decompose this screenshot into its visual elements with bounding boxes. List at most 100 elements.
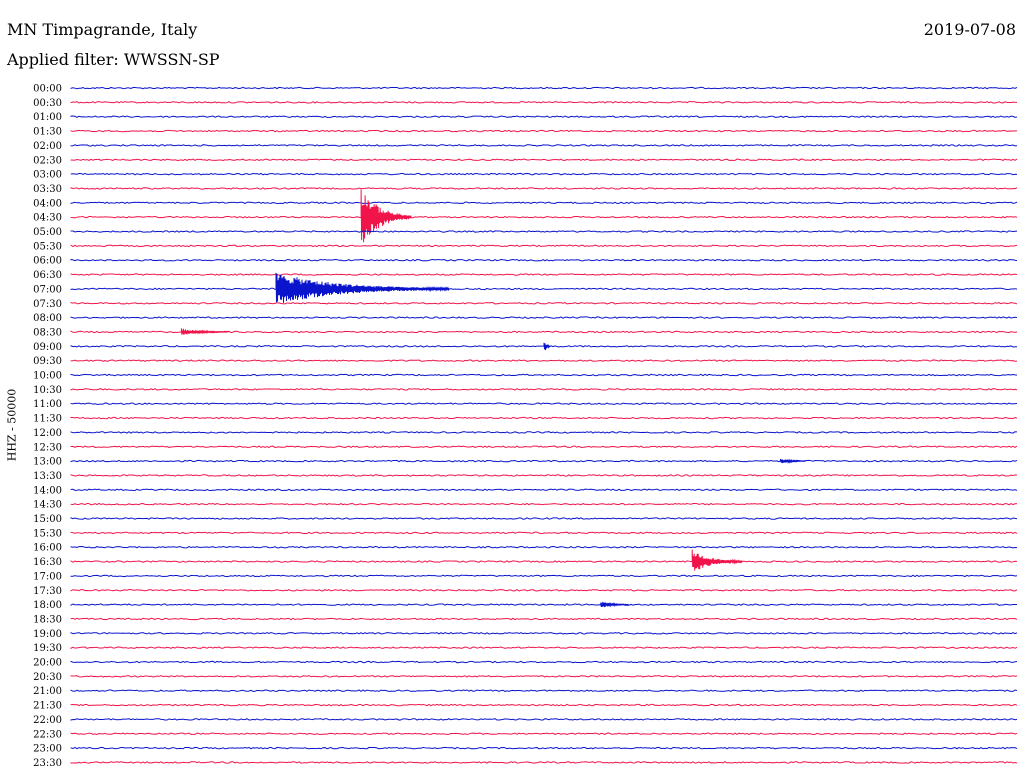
row-time-label: 22:00	[33, 715, 62, 726]
trace-line	[70, 86, 1018, 90]
trace-line	[70, 301, 1018, 305]
row-time-label: 21:30	[33, 701, 62, 712]
trace-line	[70, 187, 1018, 190]
row-time-label: 03:00	[33, 170, 62, 181]
trace-line	[70, 761, 1018, 764]
trace-line	[70, 144, 1018, 147]
row-time-label: 08:00	[33, 313, 62, 324]
trace-line	[70, 287, 1018, 291]
trace-line	[70, 746, 1018, 750]
row-time-label: 18:30	[33, 614, 62, 625]
trace-line	[70, 689, 1018, 692]
trace-line	[70, 445, 1018, 449]
trace-line	[70, 172, 1018, 176]
trace-line	[70, 115, 1018, 118]
trace-line	[70, 316, 1018, 319]
row-time-label: 20:30	[33, 672, 62, 683]
trace-line	[70, 545, 1018, 549]
row-time-label: 07:00	[33, 284, 62, 295]
row-time-label: 14:30	[33, 500, 62, 511]
row-time-label: 01:00	[33, 112, 62, 123]
trace-line	[70, 101, 1018, 104]
row-time-label: 22:30	[33, 729, 62, 740]
row-time-label: 21:00	[33, 686, 62, 697]
row-time-label: 19:00	[33, 629, 62, 640]
row-time-label: 11:30	[33, 414, 62, 425]
row-time-label: 09:00	[33, 342, 62, 353]
row-time-label: 02:30	[33, 155, 62, 166]
row-time-label: 16:30	[33, 557, 62, 568]
event-waveform	[180, 328, 229, 335]
event-waveform	[543, 342, 551, 351]
row-time-label: 20:00	[33, 658, 62, 669]
row-time-label: 11:00	[33, 399, 62, 410]
event-waveform	[360, 189, 412, 243]
row-time-label: 14:00	[33, 485, 62, 496]
row-time-label: 10:30	[33, 385, 62, 396]
trace-line	[70, 230, 1018, 233]
trace-line	[70, 703, 1018, 707]
event-waveform	[780, 458, 806, 464]
row-time-label: 16:00	[33, 543, 62, 554]
row-time-label: 06:00	[33, 256, 62, 267]
trace-line	[70, 459, 1018, 463]
trace-line	[70, 646, 1018, 650]
trace-line	[70, 502, 1018, 506]
row-time-label: 17:30	[33, 586, 62, 597]
row-time-label: 15:00	[33, 514, 62, 525]
row-time-label: 12:30	[33, 442, 62, 453]
row-time-label: 23:00	[33, 744, 62, 755]
trace-line	[70, 201, 1018, 205]
trace-line	[70, 244, 1018, 248]
trace-line	[70, 574, 1018, 578]
trace-line	[70, 632, 1018, 635]
trace-line	[70, 416, 1018, 420]
event-waveform	[600, 601, 630, 608]
trace-line	[70, 675, 1018, 678]
trace-line	[70, 474, 1018, 477]
row-time-label: 19:30	[33, 643, 62, 654]
seismogram-plot: 00:00 00:30 01:00 01:30 02:00 02:30 03:00 03:30…	[33, 84, 1018, 769]
row-time-label: 10:00	[33, 371, 62, 382]
trace-line	[70, 617, 1018, 621]
trace-line	[70, 732, 1018, 736]
row-time-label: 05:30	[33, 241, 62, 252]
row-time-label: 02:00	[33, 141, 62, 152]
trace-line	[70, 359, 1018, 362]
row-time-label: 08:30	[33, 327, 62, 338]
trace-line	[70, 488, 1018, 492]
event-waveform	[275, 272, 450, 303]
row-time-label: 05:00	[33, 227, 62, 238]
trace-line	[70, 273, 1018, 276]
row-time-label: 00:30	[33, 98, 62, 109]
row-time-label: 09:30	[33, 356, 62, 367]
trace-line	[70, 718, 1018, 721]
trace-line	[70, 129, 1018, 133]
trace-line	[70, 215, 1018, 219]
trace-line	[70, 373, 1018, 377]
row-time-label: 00:00	[33, 84, 62, 95]
row-time-label: 23:30	[33, 758, 62, 769]
trace-line	[70, 531, 1018, 535]
trace-line	[70, 603, 1018, 606]
row-time-label: 04:00	[33, 198, 62, 209]
trace-line	[70, 402, 1018, 405]
event-waveform	[691, 549, 743, 571]
trace-line	[70, 560, 1018, 563]
row-time-label: 04:30	[33, 213, 62, 224]
trace-line	[70, 258, 1018, 262]
row-time-label: 03:30	[33, 184, 62, 195]
row-time-label: 01:30	[33, 127, 62, 138]
trace-line	[70, 588, 1018, 592]
row-time-label: 15:30	[33, 528, 62, 539]
row-time-label: 13:30	[33, 471, 62, 482]
trace-line	[70, 388, 1018, 391]
row-time-label: 12:00	[33, 428, 62, 439]
trace-line	[70, 158, 1018, 162]
row-time-label: 06:30	[33, 270, 62, 281]
row-time-label: 07:30	[33, 299, 62, 310]
row-time-label: 18:00	[33, 600, 62, 611]
trace-line	[70, 660, 1018, 664]
trace-line	[70, 431, 1018, 434]
row-time-label: 13:00	[33, 457, 62, 468]
